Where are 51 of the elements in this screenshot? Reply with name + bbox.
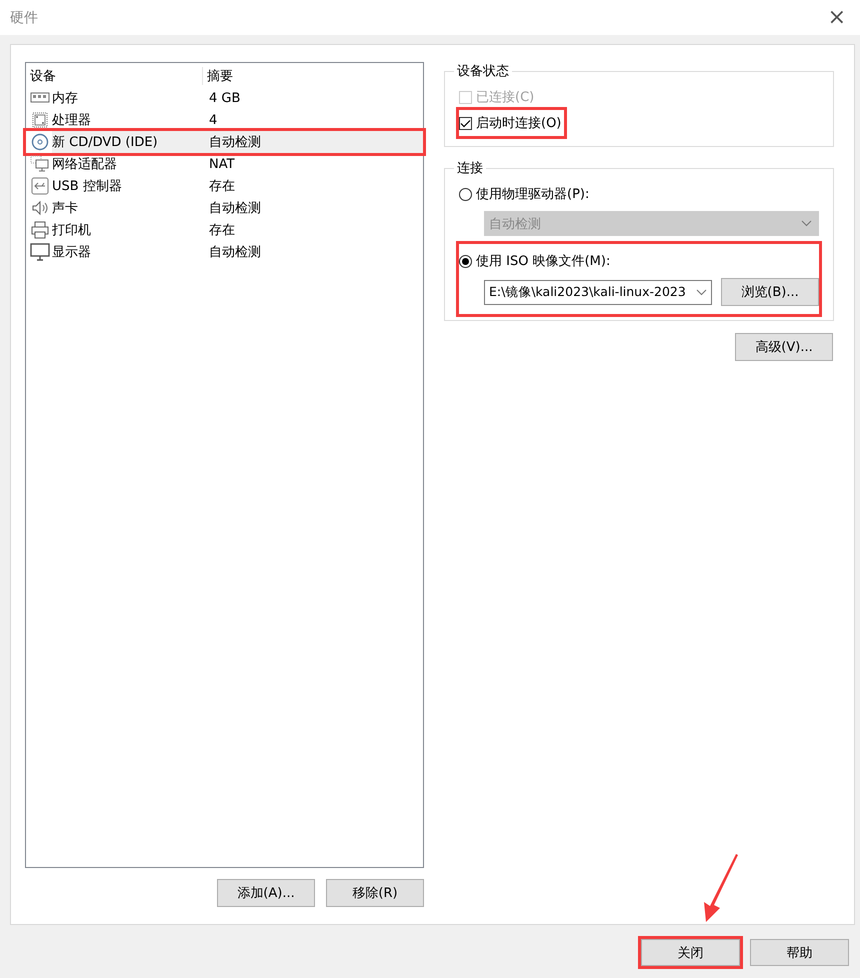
device-row[interactable]: 声卡 自动检测 [52, 197, 423, 219]
device-row[interactable]: 网络适配器 NAT [52, 153, 423, 175]
device-name: 声卡 [52, 200, 79, 217]
checkbox[interactable] [459, 116, 472, 130]
device-name: 打印机 [52, 222, 92, 239]
usb-icon [30, 177, 50, 195]
device-summary: 自动检测 [208, 244, 261, 261]
device-summary: 自动检测 [208, 200, 261, 217]
dialog-button[interactable]: 关闭 [641, 939, 740, 966]
monitor-icon [30, 243, 50, 261]
device-summary: 自动检测 [208, 134, 261, 151]
device-name: 处理器 [52, 112, 92, 129]
device-summary: NAT [208, 156, 235, 172]
device-summary: 存在 [208, 178, 235, 195]
iso-path-combo[interactable]: E:\镜像\kali2023\kali-linux-2023 [484, 280, 712, 304]
device-row[interactable]: 显示器 自动检测 [52, 241, 423, 263]
device-name: USB 控制器 [52, 178, 123, 195]
printer-icon [30, 221, 50, 239]
window-title: 硬件 [10, 8, 38, 26]
device-row[interactable]: 处理器 4 [52, 109, 423, 131]
radio-button[interactable] [459, 254, 472, 268]
device-row[interactable]: 打印机 存在 [52, 219, 423, 241]
dialog-button[interactable]: 帮助 [750, 939, 849, 966]
list-button[interactable]: 移除(R) [326, 879, 424, 907]
radio-label[interactable]: 使用 ISO 映像文件(M): [476, 252, 610, 270]
radio-label[interactable]: 使用物理驱动器(P): [476, 185, 590, 203]
device-summary: 存在 [208, 222, 235, 239]
device-name: 显示器 [52, 244, 92, 261]
chevron-icon [696, 288, 707, 296]
checkbox-label[interactable]: 启动时连接(O) [476, 114, 562, 132]
close-icon[interactable]: × [828, 6, 846, 28]
device-row[interactable]: USB 控制器 存在 [52, 175, 423, 197]
disc-icon [30, 133, 50, 151]
advanced-button[interactable]: 高级(V)... [735, 333, 833, 361]
chevron-icon [801, 220, 812, 227]
column-header[interactable]: 设备 [26, 67, 203, 85]
network-icon [30, 155, 50, 173]
device-summary: 4 GB [208, 90, 240, 106]
device-summary: 4 [208, 112, 218, 128]
device-name: 内存 [52, 90, 79, 107]
list-button[interactable]: 添加(A)... [217, 879, 315, 907]
browse-button[interactable]: 浏览(B)... [721, 278, 819, 306]
radio-button[interactable] [459, 188, 472, 200]
device-name: 新 CD/DVD (IDE) [52, 134, 159, 151]
device-row[interactable]: 新 CD/DVD (IDE) 自动检测 [52, 131, 423, 153]
device-row[interactable]: 内存 4 GB [52, 87, 423, 109]
device-name: 网络适配器 [52, 156, 118, 173]
column-header[interactable]: 摘要 [203, 67, 233, 85]
group-title: 设备状态 [456, 63, 510, 80]
group-title: 连接 [456, 160, 484, 177]
speaker-icon [30, 199, 50, 217]
